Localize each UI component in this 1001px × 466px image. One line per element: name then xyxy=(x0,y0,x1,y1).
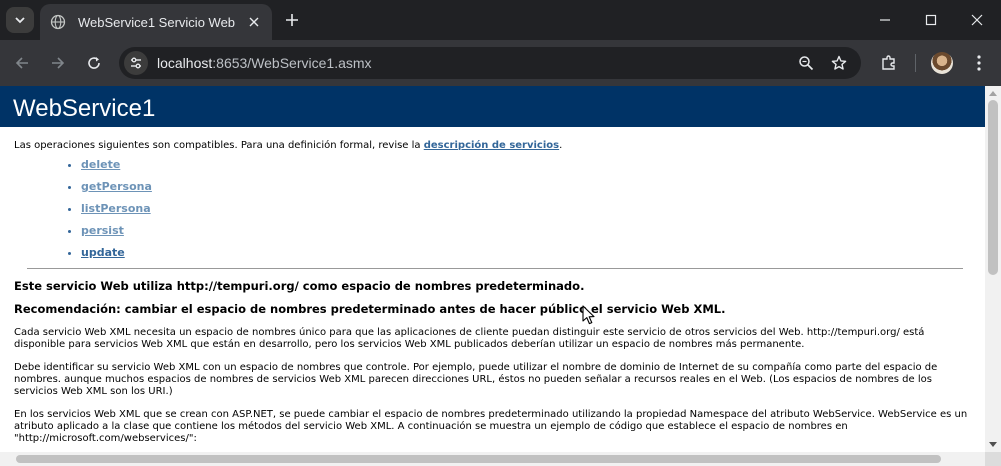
page-header: WebService1 xyxy=(0,86,985,127)
minimize-button[interactable] xyxy=(862,0,908,40)
list-item: delete xyxy=(81,158,971,171)
extensions-button[interactable] xyxy=(875,49,903,77)
scrollbar-corner xyxy=(985,452,1001,466)
operation-link-delete[interactable]: delete xyxy=(81,158,120,171)
scroll-down-arrow-icon[interactable] xyxy=(985,438,1001,452)
page-title: WebService1 xyxy=(13,95,156,122)
paragraph-aspnet-namespace: En los servicios Web XML que se crean co… xyxy=(14,409,968,444)
back-arrow-icon xyxy=(15,57,28,69)
close-icon[interactable] xyxy=(244,12,264,32)
namespace-notice: Este servicio Web utiliza http://tempuri… xyxy=(14,279,585,293)
window-close-icon xyxy=(971,14,983,26)
paragraph-namespace-uniqueness: Cada servicio Web XML necesita un espaci… xyxy=(14,327,925,350)
back-button[interactable] xyxy=(8,49,36,77)
operation-link-persist[interactable]: persist xyxy=(81,224,124,237)
forward-button[interactable] xyxy=(44,49,72,77)
bookmark-button[interactable] xyxy=(827,51,851,75)
toolbar-separator xyxy=(915,54,916,72)
maximize-icon xyxy=(925,14,937,26)
tab-strip: WebService1 Servicio Web xyxy=(0,0,1001,40)
globe-icon xyxy=(50,14,66,30)
site-info-button[interactable] xyxy=(124,51,148,75)
operations-list: delete getPersona listPersona persist up… xyxy=(81,158,971,259)
recommendation-heading: Recomendación: cambiar el espacio de nom… xyxy=(14,302,726,316)
maximize-button[interactable] xyxy=(908,0,954,40)
minimize-icon xyxy=(880,19,890,21)
reload-icon xyxy=(88,57,100,69)
intro-label: Las operaciones siguientes son compatibl… xyxy=(14,140,424,151)
new-tab-button[interactable] xyxy=(280,8,304,32)
avatar[interactable] xyxy=(931,52,953,74)
site-info-icon xyxy=(131,57,141,69)
vertical-scroll-thumb[interactable] xyxy=(988,100,998,275)
url-host: localhost xyxy=(157,55,213,71)
list-item: update xyxy=(81,246,971,259)
list-item: getPersona xyxy=(81,180,971,193)
tab-search-button[interactable] xyxy=(6,7,34,33)
extensions-icon xyxy=(882,55,895,70)
service-description-link[interactable]: descripción de servicios xyxy=(424,140,559,151)
chevron-down-icon xyxy=(15,17,25,24)
plus-icon xyxy=(286,14,298,26)
address-bar[interactable]: localhost:8653/WebService1.asmx xyxy=(119,47,861,79)
horizontal-scroll-thumb[interactable] xyxy=(16,455,941,463)
paragraph-namespace-identify: Debe identificar su servicio Web XML con… xyxy=(14,362,938,397)
url-path: :8653/WebService1.asmx xyxy=(212,55,372,71)
kebab-menu-icon xyxy=(977,55,981,71)
mouse-cursor-icon xyxy=(582,305,595,330)
zoom-icon xyxy=(799,56,814,71)
tab-title: WebService1 Servicio Web xyxy=(78,14,236,30)
intro-period: . xyxy=(559,140,563,151)
menu-button[interactable] xyxy=(965,49,993,77)
reload-button[interactable] xyxy=(80,49,108,77)
zoom-button[interactable] xyxy=(794,51,818,75)
intro-text: Las operaciones siguientes son compatibl… xyxy=(14,140,971,151)
url-text[interactable]: localhost:8653/WebService1.asmx xyxy=(157,55,372,71)
scroll-up-arrow-icon[interactable] xyxy=(985,86,1001,100)
browser-toolbar: localhost:8653/WebService1.asmx xyxy=(0,40,1001,86)
operation-link-update[interactable]: update xyxy=(81,246,125,259)
operation-link-getpersona[interactable]: getPersona xyxy=(81,180,152,193)
list-item: listPersona xyxy=(81,202,971,215)
divider xyxy=(27,268,963,269)
operation-link-listpersona[interactable]: listPersona xyxy=(81,202,151,215)
star-icon xyxy=(831,55,847,70)
page-content: Las operaciones siguientes son compatibl… xyxy=(0,140,985,445)
forward-arrow-icon xyxy=(52,57,65,69)
browser-tab[interactable]: WebService1 Servicio Web xyxy=(40,4,272,40)
vertical-scrollbar[interactable] xyxy=(985,86,1001,452)
list-item: persist xyxy=(81,224,971,237)
page-viewport: WebService1 Las operaciones siguientes s… xyxy=(0,86,985,452)
horizontal-scrollbar[interactable] xyxy=(0,452,985,466)
window-close-button[interactable] xyxy=(954,0,1000,40)
